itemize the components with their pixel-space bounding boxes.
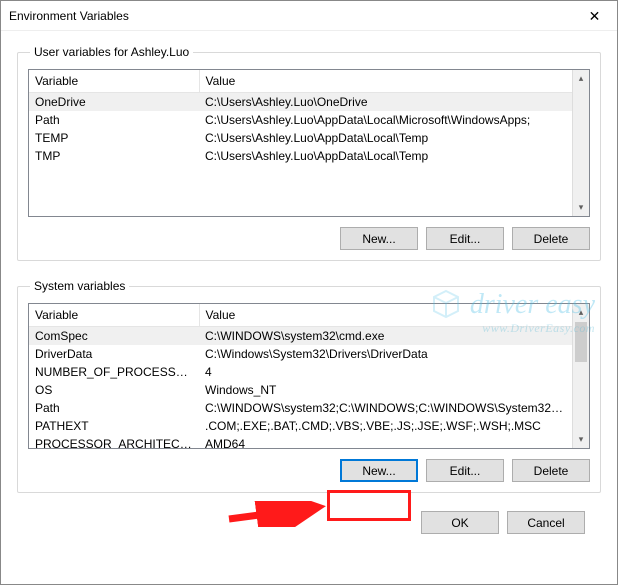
- user-variables-legend: User variables for Ashley.Luo: [30, 45, 193, 59]
- user-col-value[interactable]: Value: [199, 70, 572, 93]
- system-variables-group: System variables Variable Value ComSpec: [17, 279, 601, 493]
- user-variables-table-wrap: Variable Value OneDrive C:\Users\Ashley.…: [28, 69, 590, 217]
- scroll-down-icon[interactable]: ▾: [573, 431, 589, 448]
- table-row[interactable]: NUMBER_OF_PROCESSORS 4: [29, 363, 572, 381]
- var-value: AMD64: [199, 435, 572, 448]
- var-name: OS: [29, 381, 199, 399]
- scroll-down-icon[interactable]: ▾: [573, 199, 589, 216]
- system-variables-table[interactable]: Variable Value ComSpec C:\WINDOWS\system…: [29, 304, 572, 448]
- scroll-up-icon[interactable]: ▴: [573, 304, 589, 321]
- window-title: Environment Variables: [9, 9, 129, 23]
- sys-col-variable[interactable]: Variable: [29, 304, 199, 327]
- user-variables-table[interactable]: Variable Value OneDrive C:\Users\Ashley.…: [29, 70, 572, 165]
- titlebar: Environment Variables ✕: [1, 1, 617, 31]
- user-delete-button[interactable]: Delete: [512, 227, 590, 250]
- table-row[interactable]: OneDrive C:\Users\Ashley.Luo\OneDrive: [29, 93, 572, 112]
- close-button[interactable]: ✕: [572, 1, 617, 31]
- system-edit-button[interactable]: Edit...: [426, 459, 504, 482]
- var-name: ComSpec: [29, 327, 199, 346]
- scroll-thumb[interactable]: [575, 322, 587, 362]
- system-delete-button[interactable]: Delete: [512, 459, 590, 482]
- var-name: Path: [29, 111, 199, 129]
- cancel-button[interactable]: Cancel: [507, 511, 585, 534]
- system-scrollbar[interactable]: ▴ ▾: [572, 304, 589, 448]
- user-col-variable[interactable]: Variable: [29, 70, 199, 93]
- user-scrollbar[interactable]: ▴ ▾: [572, 70, 589, 216]
- var-value: Windows_NT: [199, 381, 572, 399]
- table-row[interactable]: OS Windows_NT: [29, 381, 572, 399]
- var-value: C:\Users\Ashley.Luo\AppData\Local\Micros…: [199, 111, 572, 129]
- var-name: PATHEXT: [29, 417, 199, 435]
- table-row[interactable]: Path C:\WINDOWS\system32;C:\WINDOWS;C:\W…: [29, 399, 572, 417]
- table-row[interactable]: TMP C:\Users\Ashley.Luo\AppData\Local\Te…: [29, 147, 572, 165]
- ok-button[interactable]: OK: [421, 511, 499, 534]
- table-row[interactable]: Path C:\Users\Ashley.Luo\AppData\Local\M…: [29, 111, 572, 129]
- sys-col-value[interactable]: Value: [199, 304, 572, 327]
- var-value: C:\Users\Ashley.Luo\OneDrive: [199, 93, 572, 112]
- table-row[interactable]: ComSpec C:\WINDOWS\system32\cmd.exe: [29, 327, 572, 346]
- user-variables-group: User variables for Ashley.Luo Variable V…: [17, 45, 601, 261]
- table-row[interactable]: TEMP C:\Users\Ashley.Luo\AppData\Local\T…: [29, 129, 572, 147]
- var-value: C:\WINDOWS\system32;C:\WINDOWS;C:\WINDOW…: [199, 399, 572, 417]
- var-value: C:\Users\Ashley.Luo\AppData\Local\Temp: [199, 129, 572, 147]
- var-name: TEMP: [29, 129, 199, 147]
- close-icon: ✕: [589, 8, 601, 25]
- table-row[interactable]: PROCESSOR_ARCHITECTURE AMD64: [29, 435, 572, 448]
- table-row[interactable]: DriverData C:\Windows\System32\Drivers\D…: [29, 345, 572, 363]
- user-new-button[interactable]: New...: [340, 227, 418, 250]
- var-value: C:\Windows\System32\Drivers\DriverData: [199, 345, 572, 363]
- var-name: PROCESSOR_ARCHITECTURE: [29, 435, 199, 448]
- table-row[interactable]: PATHEXT .COM;.EXE;.BAT;.CMD;.VBS;.VBE;.J…: [29, 417, 572, 435]
- var-name: TMP: [29, 147, 199, 165]
- scroll-up-icon[interactable]: ▴: [573, 70, 589, 87]
- var-name: OneDrive: [29, 93, 199, 112]
- var-name: NUMBER_OF_PROCESSORS: [29, 363, 199, 381]
- user-edit-button[interactable]: Edit...: [426, 227, 504, 250]
- var-value: C:\WINDOWS\system32\cmd.exe: [199, 327, 572, 346]
- dialog-body: User variables for Ashley.Luo Variable V…: [1, 31, 617, 546]
- system-variables-table-wrap: Variable Value ComSpec C:\WINDOWS\system…: [28, 303, 590, 449]
- system-variables-legend: System variables: [30, 279, 129, 293]
- var-value: .COM;.EXE;.BAT;.CMD;.VBS;.VBE;.JS;.JSE;.…: [199, 417, 572, 435]
- var-name: DriverData: [29, 345, 199, 363]
- var-value: C:\Users\Ashley.Luo\AppData\Local\Temp: [199, 147, 572, 165]
- var-name: Path: [29, 399, 199, 417]
- system-new-button[interactable]: New...: [340, 459, 418, 482]
- var-value: 4: [199, 363, 572, 381]
